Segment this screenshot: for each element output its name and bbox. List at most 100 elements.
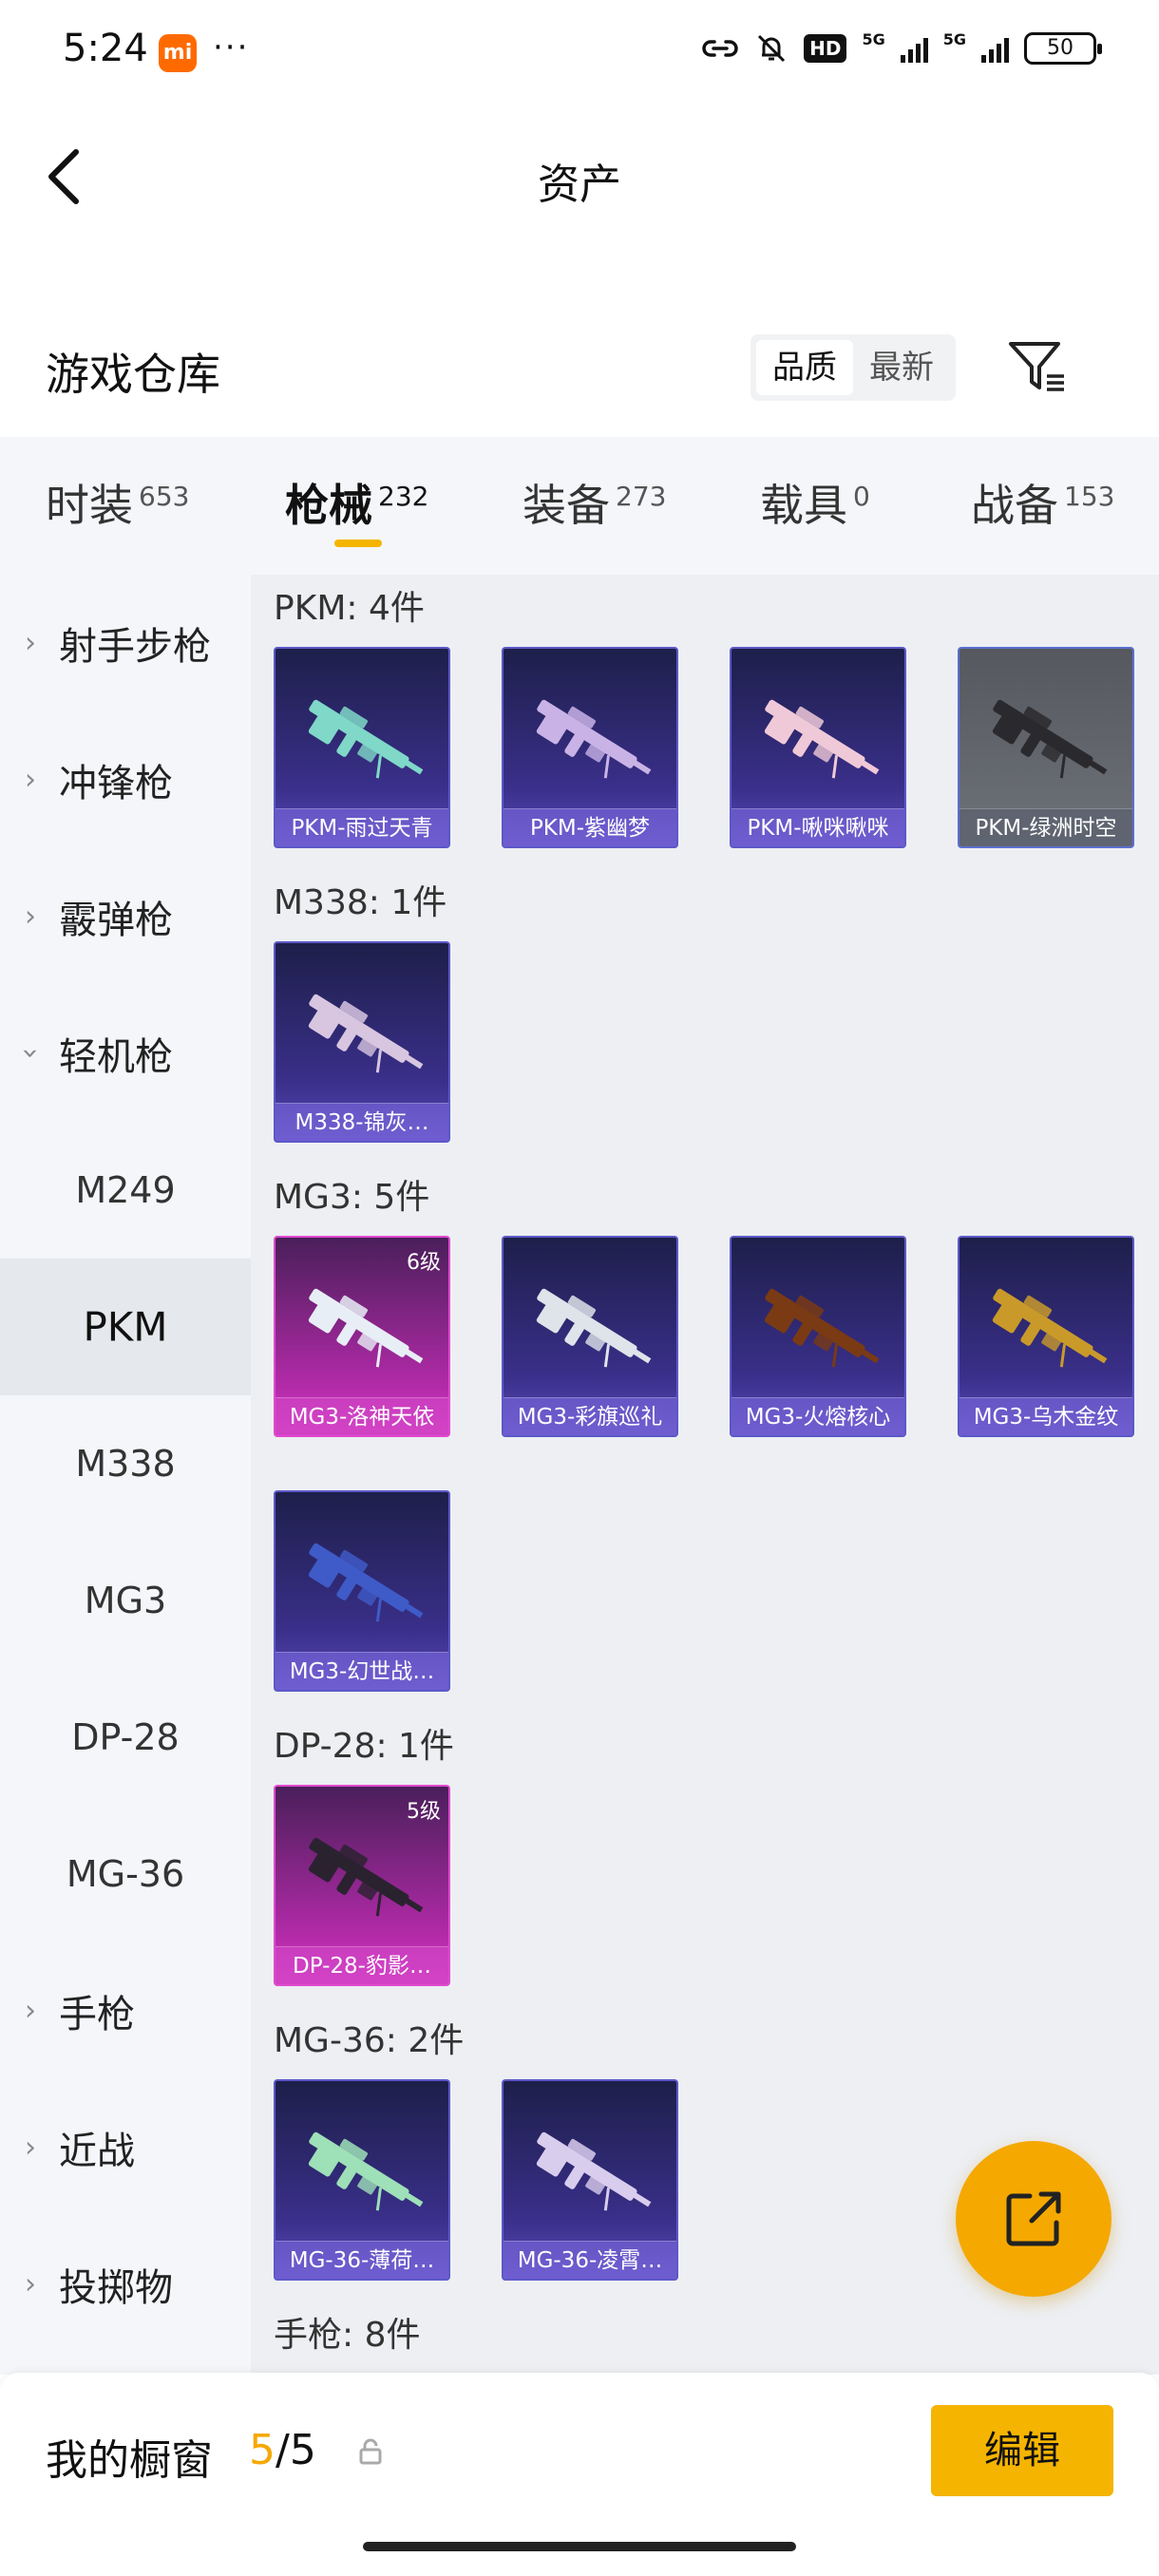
sidebar-item-mg3[interactable]: MG3: [0, 1532, 251, 1669]
sidebar-item-dp28[interactable]: DP-28: [0, 1669, 251, 1806]
signal-icon-2: [981, 34, 1009, 63]
share-fab-button[interactable]: [956, 2141, 1112, 2297]
weapon-card[interactable]: MG-36-凌霄…: [502, 2079, 678, 2281]
gun-icon: [992, 1288, 1108, 1368]
weapon-card[interactable]: 6级 MG3-洛神天依: [274, 1236, 450, 1437]
group-title-m338: M338: 1件: [274, 883, 447, 922]
sidebar-item-m338[interactable]: M338: [0, 1395, 251, 1532]
gun-icon: [536, 699, 652, 779]
gun-icon: [308, 2131, 424, 2211]
group-title-pkm: PKM: 4件: [274, 589, 425, 628]
filter-icon[interactable]: [1005, 338, 1072, 397]
category-tabs: 时装 653 枪械 232 装备 273 载具 0 战备 153: [0, 437, 1159, 575]
sort-newest-button[interactable]: 最新: [853, 340, 950, 395]
weapon-card[interactable]: MG-36-薄荷…: [274, 2079, 450, 2281]
sidebar-item-smg[interactable]: › 冲锋枪: [0, 711, 251, 848]
chevron-right-icon: ›: [25, 2131, 36, 2165]
sidebar-item-shotgun[interactable]: › 霰弹枪: [0, 848, 251, 985]
share-external-icon: [1006, 2191, 1061, 2246]
status-icons: HD 5G 5G 50: [701, 29, 1102, 65]
weapon-type-sidebar: › 射手步枪 › 冲锋枪 › 霰弹枪 › 轻机枪 M249 PKM M338 MG3 D…: [0, 575, 251, 2375]
gun-icon: [308, 1837, 424, 1917]
weapon-name: M338-锦灰…: [276, 1103, 448, 1141]
signal-icon: [900, 34, 928, 63]
weapon-card[interactable]: MG3-火熔核心: [730, 1236, 906, 1437]
tab-equipment[interactable]: 装备 273: [522, 471, 666, 534]
sidebar-item-melee[interactable]: › 近战: [0, 2079, 251, 2216]
sort-quality-button[interactable]: 品质: [756, 340, 853, 395]
more-notifications-icon: ···: [213, 28, 250, 66]
battery-icon: 50: [1024, 32, 1102, 65]
edit-button[interactable]: 编辑: [931, 2405, 1113, 2496]
weapon-card[interactable]: 5级 DP-28-豹影…: [274, 1785, 450, 1986]
chevron-right-icon: ›: [25, 1994, 36, 2028]
weapon-card[interactable]: PKM-紫幽梦: [502, 647, 678, 848]
level-badge: 5级: [407, 1800, 441, 1824]
tab-supplies[interactable]: 战备 153: [971, 471, 1114, 534]
tab-fashion[interactable]: 时装 653: [46, 471, 189, 534]
tab-vehicles[interactable]: 载具 0: [760, 471, 870, 534]
gun-icon: [308, 1543, 424, 1622]
gun-icon: [536, 1288, 652, 1368]
level-badge: 6级: [407, 1251, 441, 1275]
group-title-mg36: MG-36: 2件: [274, 2021, 465, 2060]
weapon-card[interactable]: MG3-幻世战…: [274, 1490, 450, 1692]
status-bar: 5:24 mi ··· HD 5G 5G 50: [0, 0, 1159, 104]
sidebar-item-m249[interactable]: M249: [0, 1122, 251, 1259]
weapon-name: PKM-雨过天青: [276, 808, 448, 846]
chevron-right-icon: ›: [25, 2267, 36, 2301]
showcase-count: 5/5: [249, 2426, 316, 2474]
weapon-name: MG3-火熔核心: [732, 1397, 904, 1435]
sidebar-item-mg36[interactable]: MG-36: [0, 1806, 251, 1942]
gun-icon: [764, 1288, 880, 1368]
warehouse-title: 游戏仓库: [46, 349, 220, 400]
weapon-card[interactable]: MG3-乌木金纹: [958, 1236, 1134, 1437]
chevron-right-icon: ›: [25, 763, 36, 797]
app-header: 资产: [0, 104, 1159, 247]
weapon-name: MG-36-薄荷…: [276, 2241, 448, 2279]
weapon-card[interactable]: MG3-彩旗巡礼: [502, 1236, 678, 1437]
gun-icon: [992, 699, 1108, 779]
gun-icon: [308, 1288, 424, 1368]
sidebar-item-throwable[interactable]: › 投掷物: [0, 2216, 251, 2353]
sidebar-item-pkm[interactable]: PKM: [0, 1259, 251, 1395]
weapon-card[interactable]: PKM-绿洲时空: [958, 647, 1134, 848]
sidebar-item-pistol[interactable]: › 手枪: [0, 1942, 251, 2079]
network-5g-label-2: 5G: [942, 29, 966, 48]
showcase-label: 我的橱窗: [46, 2436, 213, 2485]
weapon-name: PKM-绿洲时空: [960, 808, 1132, 846]
weapon-name: MG3-幻世战…: [276, 1652, 448, 1690]
weapon-name: PKM-紫幽梦: [504, 808, 676, 846]
page-title: 资产: [538, 161, 621, 209]
weapon-grid: PKM: 4件 PKM-雨过天青 PKM-紫幽梦 PKM-啾咪啾咪 PKM-绿洲…: [251, 575, 1159, 2375]
gun-icon: [536, 2131, 652, 2211]
status-time: 5:24: [63, 27, 148, 70]
tab-weapons[interactable]: 枪械 232: [285, 471, 428, 534]
network-5g-label: 5G: [862, 29, 885, 48]
chevron-right-icon: ›: [25, 626, 36, 660]
active-tab-indicator: [334, 540, 382, 547]
weapon-card[interactable]: PKM-啾咪啾咪: [730, 647, 906, 848]
weapon-card[interactable]: M338-锦灰…: [274, 941, 450, 1143]
gun-icon: [308, 699, 424, 779]
mi-notification-icon: mi: [159, 34, 197, 72]
group-title-dp28: DP-28: 1件: [274, 1727, 454, 1766]
sort-toggle: 品质 最新: [750, 334, 956, 401]
weapon-card[interactable]: PKM-雨过天青: [274, 647, 450, 848]
link-icon: [702, 40, 738, 57]
sidebar-item-marksman-rifle[interactable]: › 射手步枪: [0, 575, 251, 711]
gun-icon: [308, 994, 424, 1073]
sidebar-item-lmg[interactable]: › 轻机枪: [0, 985, 251, 1122]
weapon-name: DP-28-豹影…: [276, 1946, 448, 1984]
warehouse-row: 游戏仓库 品质 最新: [0, 313, 1159, 423]
chevron-right-icon: ›: [25, 900, 36, 934]
weapon-name: MG3-乌木金纹: [960, 1397, 1132, 1435]
weapon-name: MG-36-凌霄…: [504, 2241, 676, 2279]
weapon-name: MG3-彩旗巡礼: [504, 1397, 676, 1435]
lock-icon: [359, 2438, 382, 2465]
weapon-name: PKM-啾咪啾咪: [732, 808, 904, 846]
group-title-mg3: MG3: 5件: [274, 1178, 430, 1217]
group-title-pistol: 手枪: 8件: [274, 2316, 421, 2355]
weapon-name: MG3-洛神天依: [276, 1397, 448, 1435]
gun-icon: [764, 699, 880, 779]
